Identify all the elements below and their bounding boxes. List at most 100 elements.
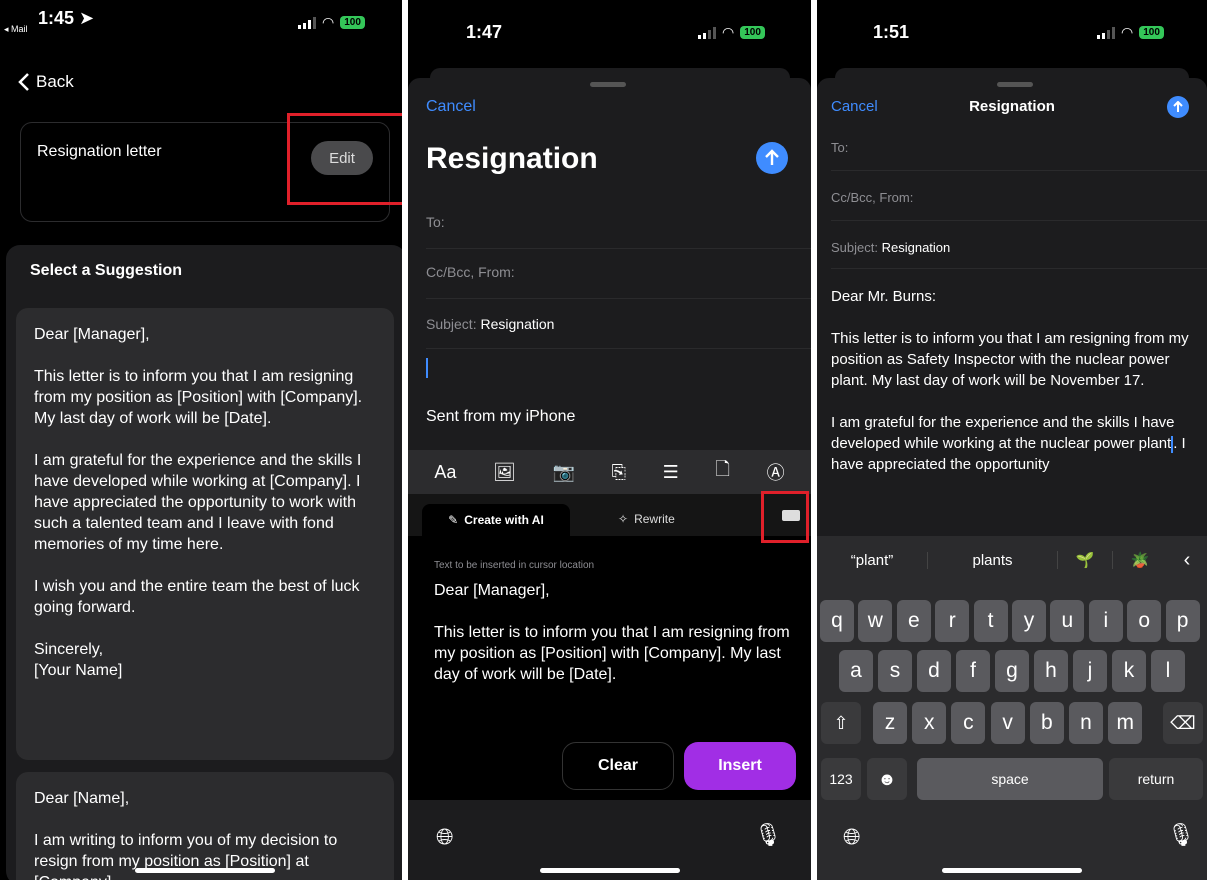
key-y[interactable]: y xyxy=(1012,600,1046,642)
signal-icon xyxy=(1097,26,1115,39)
key-s[interactable]: s xyxy=(878,650,912,692)
sheet-grabber[interactable] xyxy=(590,82,626,87)
back-to-mail[interactable]: ◂ Mail xyxy=(4,24,28,35)
camera-icon[interactable]: 📷 xyxy=(553,462,575,483)
send-button[interactable] xyxy=(1167,96,1189,118)
key-i[interactable]: i xyxy=(1088,600,1123,642)
prompt-text: Resignation letter xyxy=(37,143,162,160)
globe-icon[interactable]: 🌐︎ xyxy=(436,824,454,850)
key-u[interactable]: u xyxy=(1050,600,1085,642)
back-button[interactable]: Back xyxy=(18,72,74,92)
sheet-grabber[interactable] xyxy=(997,82,1033,87)
status-time: 1:45 xyxy=(38,8,75,28)
key-v[interactable]: v xyxy=(990,702,1025,744)
arrow-up-icon xyxy=(1173,101,1183,112)
numbers-key[interactable]: 123 xyxy=(821,758,861,800)
microphone-icon[interactable]: 🎙︎ xyxy=(754,822,782,848)
emoji-icon[interactable]: ☻ xyxy=(867,758,907,800)
tab-rewrite[interactable]: ✧ Rewrite xyxy=(618,512,675,526)
key-q[interactable]: q xyxy=(820,600,854,642)
return-key[interactable]: return xyxy=(1109,758,1203,800)
key-t[interactable]: t xyxy=(973,600,1008,642)
key-j[interactable]: j xyxy=(1073,650,1107,692)
key-o[interactable]: o xyxy=(1127,600,1162,642)
to-field[interactable]: To: xyxy=(831,140,848,155)
scan-text-icon[interactable]: ☰ xyxy=(663,462,679,483)
status-icons: ◠ 100 xyxy=(698,24,765,41)
send-button[interactable] xyxy=(756,142,788,174)
key-c[interactable]: c xyxy=(951,702,986,744)
highlight-edit xyxy=(287,113,402,205)
subject-label: Subject: xyxy=(426,316,477,332)
tab-rewrite-label: Rewrite xyxy=(634,512,675,526)
chevron-left-icon[interactable]: ‹ xyxy=(1167,549,1207,572)
suggestion-card[interactable]: Dear [Name], I am writing to inform you … xyxy=(16,772,394,880)
space-key[interactable]: space xyxy=(917,758,1103,800)
key-d[interactable]: d xyxy=(917,650,951,692)
key-z[interactable]: z xyxy=(873,702,907,744)
key-w[interactable]: w xyxy=(858,600,893,642)
ai-keyboard: ✎ Create with AI ✧ Rewrite Text to be in… xyxy=(408,494,811,800)
message-body[interactable]: Dear Mr. Burns: This letter is to inform… xyxy=(831,286,1201,475)
generated-text: Dear [Manager], This letter is to inform… xyxy=(434,582,790,683)
key-k[interactable]: k xyxy=(1112,650,1146,692)
format-toolbar: Aa 🖼 📷 ⎘ ☰ 🗋 Ⓐ xyxy=(408,450,811,494)
clear-button[interactable]: Clear xyxy=(562,742,674,790)
shift-icon[interactable]: ⇧ xyxy=(821,702,861,744)
tab-create-with-ai[interactable]: ✎ Create with AI xyxy=(422,504,570,536)
key-r[interactable]: r xyxy=(935,600,970,642)
wifi-icon: ◠ xyxy=(722,24,735,40)
key-g[interactable]: g xyxy=(995,650,1029,692)
key-e[interactable]: e xyxy=(896,600,931,642)
key-m[interactable]: m xyxy=(1108,702,1143,744)
key-a[interactable]: a xyxy=(839,650,873,692)
cancel-button[interactable]: Cancel xyxy=(426,98,476,116)
cc-bcc-from-field[interactable]: Cc/Bcc, From: xyxy=(831,190,913,205)
signature-text: Sent from my iPhone xyxy=(426,408,576,425)
photo-library-icon[interactable]: 🖼 xyxy=(493,462,516,483)
status-time: 1:47 xyxy=(466,22,503,42)
delete-icon[interactable]: ⌫ xyxy=(1163,702,1203,744)
subject-field[interactable]: Subject: Resignation xyxy=(426,316,554,332)
insert-button[interactable]: Insert xyxy=(684,742,796,790)
cancel-button[interactable]: Cancel xyxy=(831,98,878,115)
suggestion-potted-plant-emoji[interactable]: 🪴 xyxy=(1112,551,1167,569)
attach-file-icon[interactable]: 🗋 xyxy=(715,457,729,487)
key-l[interactable]: l xyxy=(1151,650,1185,692)
compose-sheet: Cancel Resignation To: Cc/Bcc, From: Sub… xyxy=(817,78,1207,536)
suggestion-seedling-emoji[interactable]: 🌱 xyxy=(1057,551,1112,569)
body-paragraph: I am grateful for the experience and the… xyxy=(831,414,1186,473)
subject-value: Resignation xyxy=(480,316,555,332)
suggestions-screen: ◂ Mail 1:45 ➤ ◠ 100 Back Resignation let… xyxy=(0,0,402,880)
format-text-button[interactable]: Aa xyxy=(434,462,456,483)
signal-icon xyxy=(298,16,316,29)
chevron-left-icon xyxy=(18,73,29,91)
markup-icon[interactable]: Ⓐ xyxy=(767,459,785,485)
key-b[interactable]: b xyxy=(1029,702,1064,744)
key-p[interactable]: p xyxy=(1165,600,1200,642)
suggestion-plant-quoted[interactable]: “plant” xyxy=(817,552,927,569)
suggestion-card[interactable]: Dear [Manager], This letter is to inform… xyxy=(16,308,394,760)
highlight-keyboard-switch xyxy=(761,491,809,543)
suggestion-text: Dear [Manager], This letter is to inform… xyxy=(34,326,363,679)
sparkle-icon: ✧ xyxy=(618,512,629,526)
status-icons: ◠ 100 xyxy=(298,14,365,31)
subject-field[interactable]: Subject: Resignation xyxy=(831,240,950,255)
wand-icon: ✎ xyxy=(448,513,459,527)
key-x[interactable]: x xyxy=(912,702,947,744)
scan-document-icon[interactable]: ⎘ xyxy=(612,462,626,483)
status-time: 1:51 xyxy=(873,22,910,42)
suggestion-plants[interactable]: plants xyxy=(927,551,1057,569)
location-arrow-icon: ➤ xyxy=(79,8,95,28)
back-label: Back xyxy=(36,72,74,91)
status-icons: ◠ 100 xyxy=(1097,24,1164,41)
key-f[interactable]: f xyxy=(956,650,990,692)
cc-bcc-from-field[interactable]: Cc/Bcc, From: xyxy=(426,264,515,280)
to-field[interactable]: To: xyxy=(426,214,445,230)
microphone-icon[interactable]: 🎙︎ xyxy=(1167,822,1195,848)
key-h[interactable]: h xyxy=(1034,650,1068,692)
wifi-icon: ◠ xyxy=(322,14,335,30)
globe-icon[interactable]: 🌐︎ xyxy=(843,824,861,850)
key-n[interactable]: n xyxy=(1069,702,1103,744)
body-paragraph: This letter is to inform you that I am r… xyxy=(831,330,1189,389)
